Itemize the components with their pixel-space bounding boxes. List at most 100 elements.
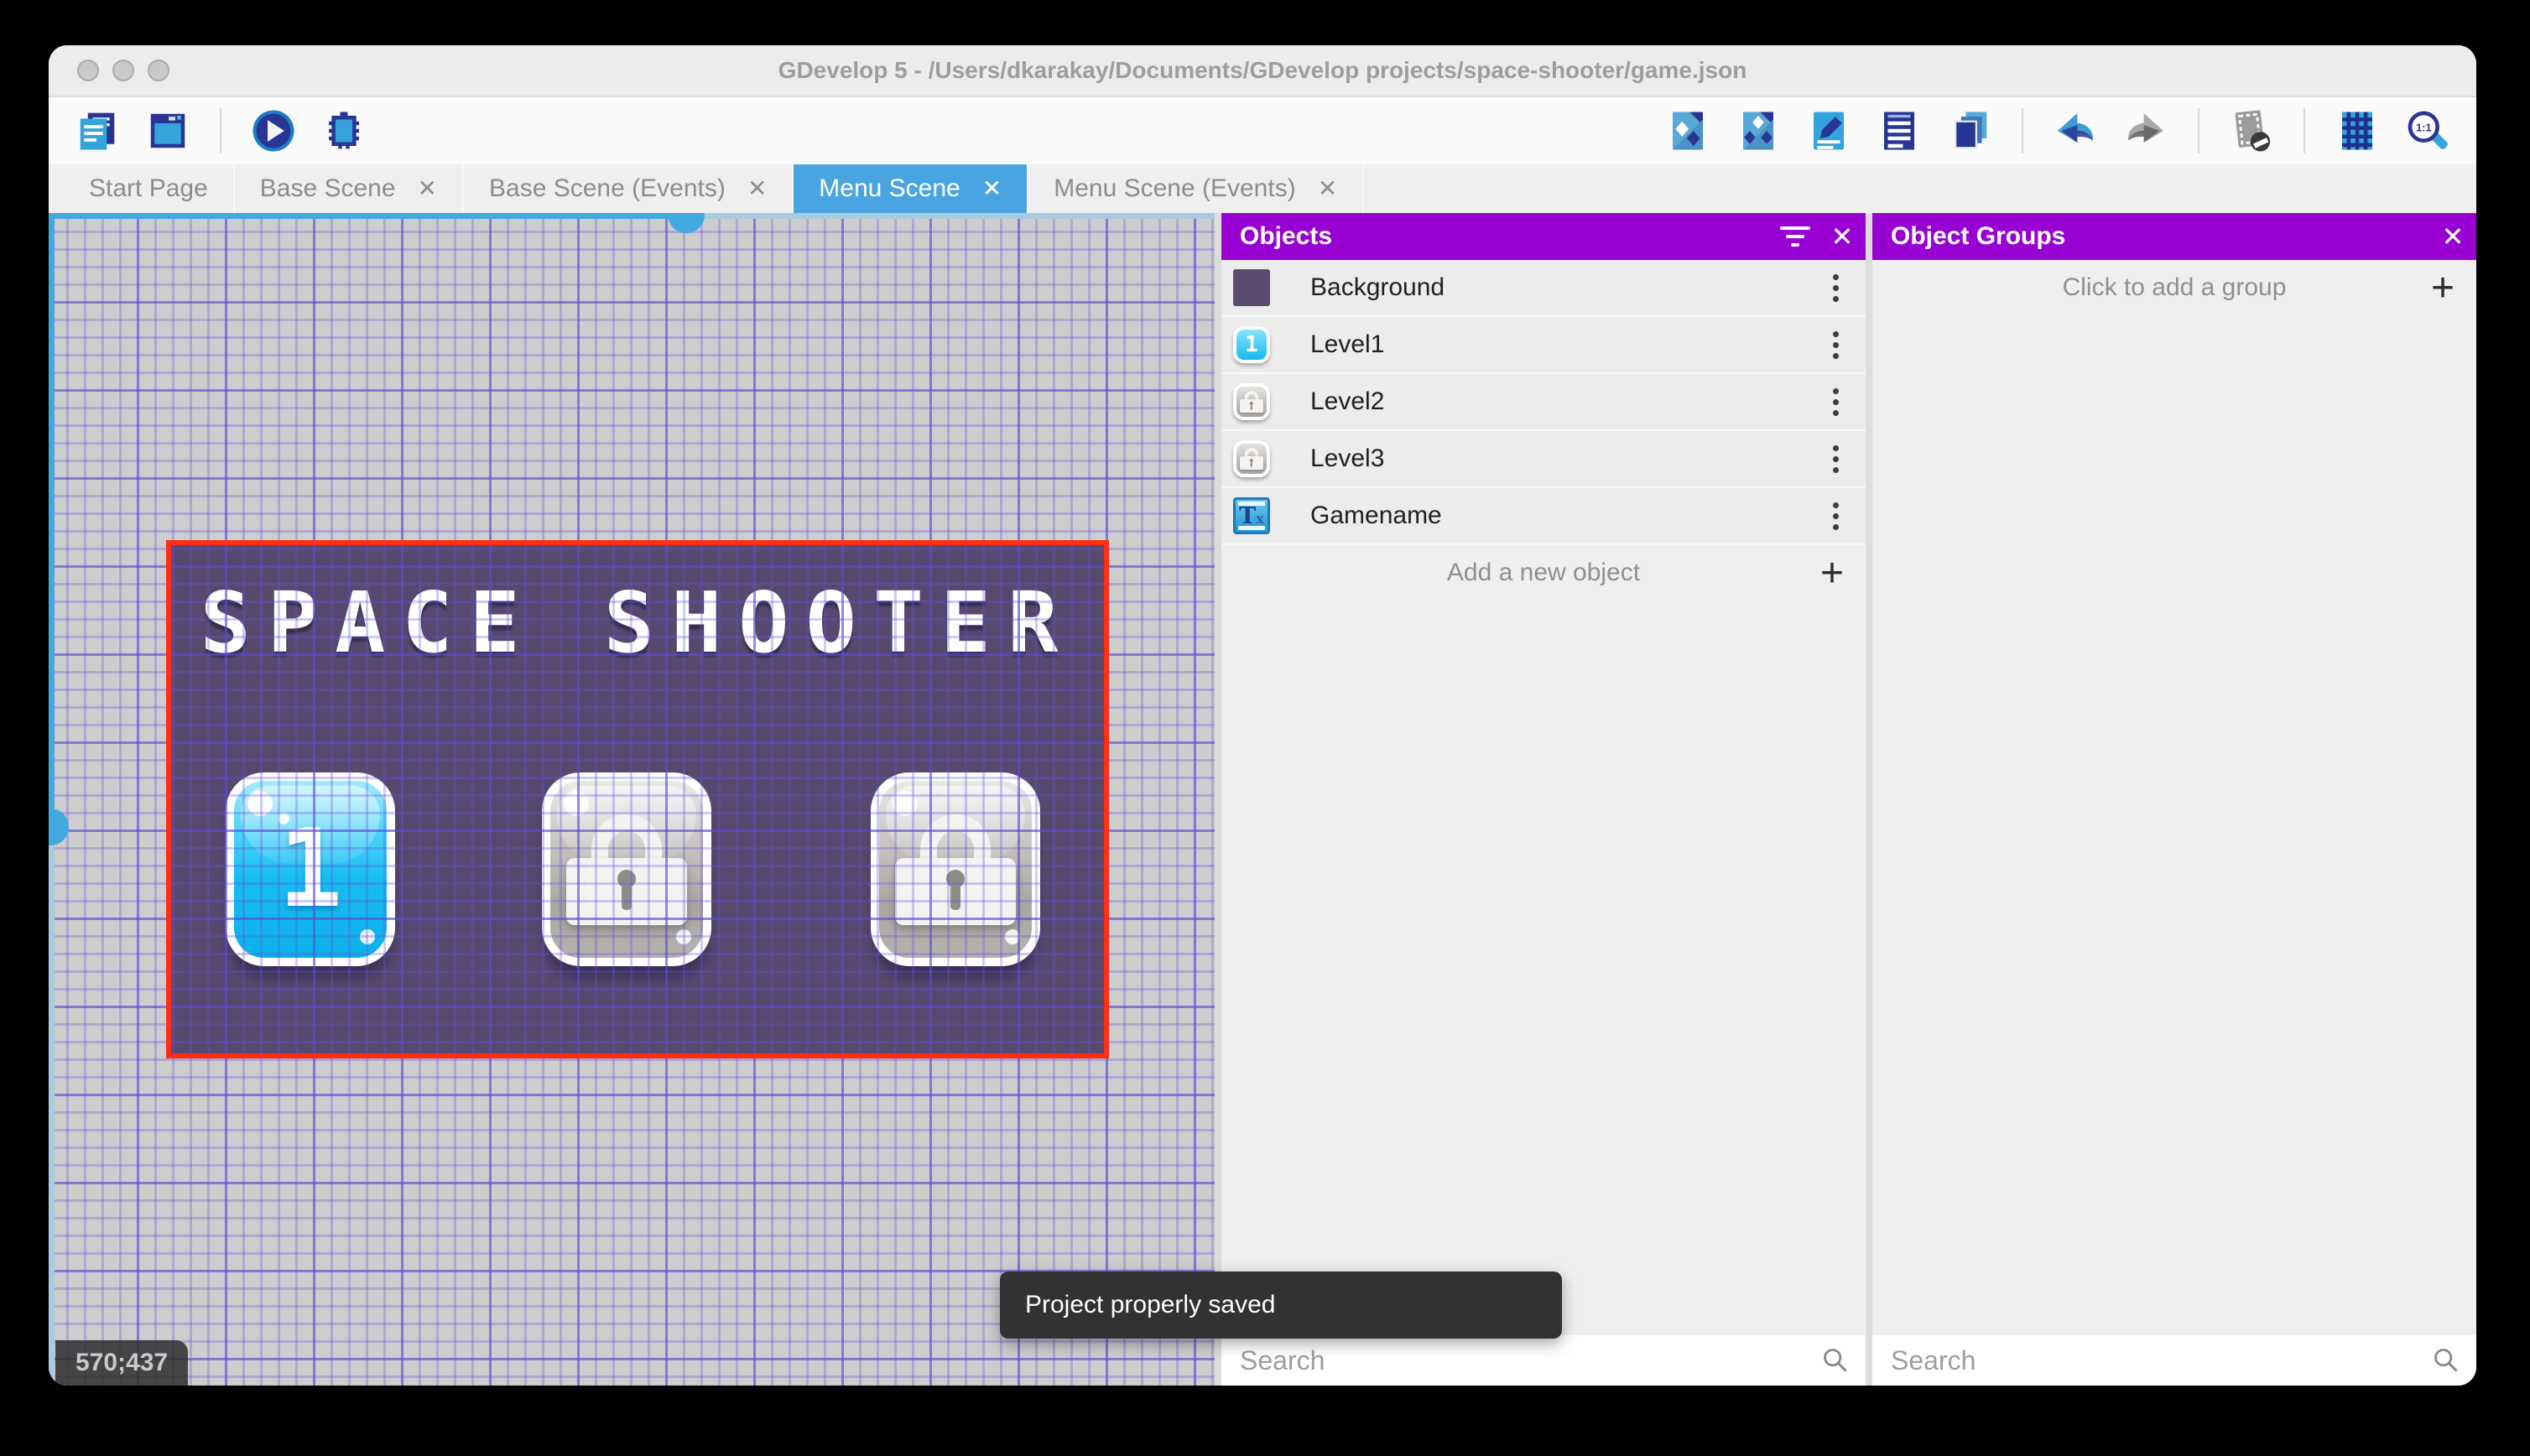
toolbar-separator [2022,108,2023,153]
thumb-digit: 1 [1245,332,1258,357]
toolbar-separator [220,108,221,153]
object-thumbnail: 1 [1233,326,1270,363]
close-tab-icon[interactable]: ✕ [1318,177,1337,200]
horizontal-scrollbar-thumb[interactable] [668,213,705,233]
object-name: Gamename [1310,502,1442,529]
toggle-window-mask-icon[interactable] [2228,107,2275,154]
tab-base-scene[interactable]: Base Scene ✕ [235,164,465,213]
panel-resize-gutter[interactable] [1866,213,1872,1386]
toolbar-separator [2198,108,2199,153]
add-new-object-button[interactable]: Add a new object + [1221,545,1866,601]
panel-resize-gutter[interactable] [1215,213,1221,1386]
add-group-label: Click to add a group [2062,273,2287,301]
close-panel-icon[interactable]: ✕ [1819,213,1866,260]
scene-title-text-instance[interactable]: SPACE SHOOTER [166,574,1109,672]
object-name: Level1 [1310,330,1385,358]
object-name: Background [1310,273,1445,301]
groups-search-bar [1872,1335,2476,1386]
tab-label: Start Page [89,174,208,202]
scrollbar-fill [49,213,55,810]
main-area: SPACE SHOOTER 1 570;437 Objects ✕ Backgr… [49,213,2476,1386]
objects-editor-icon[interactable] [1664,107,1711,154]
search-icon [1819,1344,1852,1381]
plus-icon[interactable]: + [1820,545,1844,601]
tab-label: Base Scene [259,174,396,202]
scene-editor-canvas[interactable]: SPACE SHOOTER 1 570;437 [49,213,1215,1386]
plus-icon[interactable]: + [2431,260,2455,315]
toolbar-right-group: 1:1 [1664,107,2451,154]
filter-icon[interactable] [1772,213,1819,260]
grid-icon[interactable] [2334,107,2381,154]
objects-panel-header: Objects ✕ [1221,213,1866,260]
close-tab-icon[interactable]: ✕ [418,177,437,200]
objects-panel-title: Objects [1240,222,1333,250]
tab-start-page[interactable]: Start Page [64,164,235,213]
tab-label: Base Scene (Events) [489,174,726,202]
purple-swatch-thumb [1233,269,1270,306]
main-toolbar: 1:1 [49,97,2476,164]
object-menu-icon[interactable] [1817,497,1854,534]
toolbar-separator [2304,108,2305,153]
object-thumbnail: Tx [1233,497,1270,534]
object-row-background[interactable]: Background [1221,260,1866,317]
objects-search-bar [1221,1335,1866,1386]
tab-menu-scene[interactable]: Menu Scene ✕ [794,164,1029,213]
object-groups-panel-header: Object Groups ✕ [1872,213,2476,260]
object-menu-icon[interactable] [1817,383,1854,420]
object-thumbnail [1233,383,1270,420]
close-window-button[interactable] [77,60,99,81]
vertical-scrollbar-thumb[interactable] [49,809,69,845]
play-icon[interactable] [250,107,297,154]
undo-icon[interactable] [2052,107,2099,154]
vertical-scrollbar[interactable] [49,213,69,1386]
object-menu-icon[interactable] [1817,440,1854,477]
tab-label: Menu Scene (Events) [1054,174,1296,202]
close-tab-icon[interactable]: ✕ [982,177,1002,200]
object-name: Level3 [1310,445,1385,472]
lock-icon [550,781,703,958]
properties-icon[interactable] [1805,107,1852,154]
objects-panel-empty-space [1221,601,1866,1335]
object-thumbnail [1233,440,1270,477]
level2-button-instance[interactable] [542,772,711,966]
layers-icon[interactable] [1946,107,1993,154]
horizontal-scrollbar[interactable] [49,213,1215,233]
minimize-window-button[interactable] [112,60,134,81]
search-icon [2429,1344,2463,1381]
object-row-level3[interactable]: Level3 [1221,431,1866,488]
object-groups-panel: Object Groups ✕ Click to add a group + [1872,213,2476,1386]
redo-icon[interactable] [2122,107,2169,154]
level3-button-instance[interactable] [871,772,1040,966]
level-number: 1 [278,807,343,932]
object-menu-icon[interactable] [1817,326,1854,363]
scene-properties-icon[interactable] [144,107,191,154]
zoom-original-icon[interactable]: 1:1 [2404,107,2451,154]
toast-message: Project properly saved [1025,1291,1276,1318]
objects-search-input[interactable] [1221,1344,1866,1376]
lock-thumb [1233,440,1270,477]
save-toast: Project properly saved [1000,1271,1562,1339]
close-panel-icon[interactable]: ✕ [2429,213,2476,260]
object-thumbnail [1233,269,1270,306]
toolbar-left-group [74,107,367,154]
level1-thumb: 1 [1233,326,1270,363]
instances-list-icon[interactable] [1876,107,1923,154]
app-window: GDevelop 5 - /Users/dkarakay/Documents/G… [49,45,2476,1386]
tab-base-scene-events[interactable]: Base Scene (Events) ✕ [464,164,794,213]
maximize-window-button[interactable] [148,60,169,81]
close-tab-icon[interactable]: ✕ [747,177,767,200]
project-manager-icon[interactable] [74,107,121,154]
object-menu-icon[interactable] [1817,269,1854,306]
object-groups-editor-icon[interactable] [1735,107,1782,154]
scrollbar-fill [49,213,669,219]
scene-background-instance[interactable]: SPACE SHOOTER 1 [166,540,1109,1058]
groups-search-input[interactable] [1872,1344,2476,1376]
debug-icon[interactable] [320,107,367,154]
level1-button-instance[interactable]: 1 [226,772,395,966]
add-group-button[interactable]: Click to add a group + [1872,260,2476,315]
tab-menu-scene-events[interactable]: Menu Scene (Events) ✕ [1028,164,1365,213]
tab-label: Menu Scene [819,174,960,202]
object-row-level2[interactable]: Level2 [1221,374,1866,431]
object-row-level1[interactable]: 1 Level1 [1221,317,1866,374]
object-row-gamename[interactable]: Tx Gamename [1221,488,1866,545]
